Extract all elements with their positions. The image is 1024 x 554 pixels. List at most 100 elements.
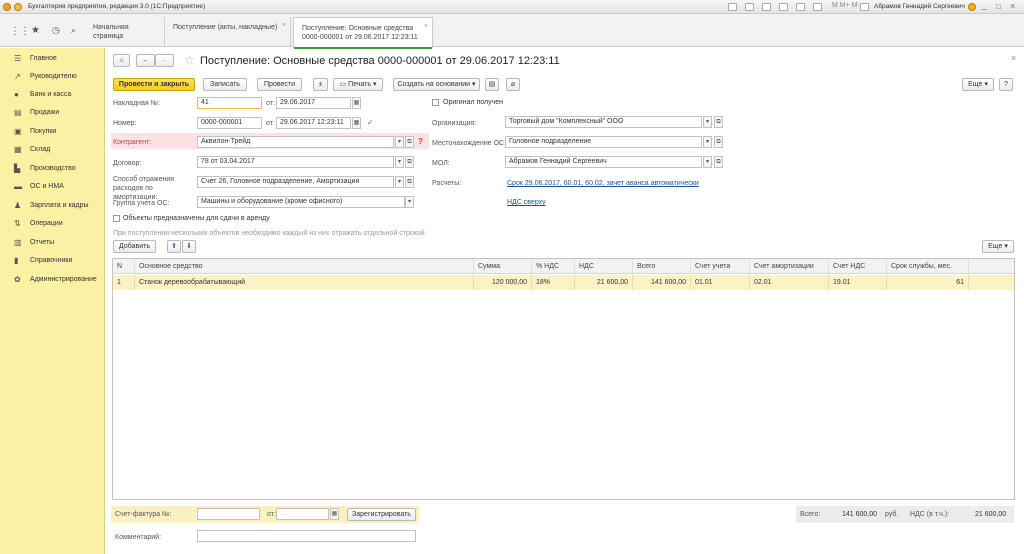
forward-button[interactable]: → [155, 54, 174, 67]
dropdown-icon[interactable]: ▾ [395, 136, 404, 148]
organization-input[interactable]: Торговый дом "Комплексный" ООО [505, 116, 702, 128]
sidebar-item-admin[interactable]: ✿ Администрирование [0, 273, 105, 287]
dropdown-icon[interactable]: ▾ [703, 116, 712, 128]
star-icon[interactable] [779, 3, 788, 11]
sidebar-item-manager[interactable]: ↗ Руководителю [0, 70, 105, 84]
close-tab-icon[interactable]: × [424, 22, 428, 31]
minimize-icon[interactable]: _ [982, 1, 986, 10]
amortization-input[interactable]: Счет 26, Головное подразделение, Амортиз… [197, 176, 394, 188]
user-name[interactable]: Абрамов Геннадий Сергеевич [874, 3, 965, 10]
post-button[interactable]: Провести [257, 78, 302, 91]
invoice-date-input[interactable]: 29.06.2017 [276, 97, 351, 109]
calendar-icon[interactable] [745, 3, 754, 11]
col-header-sum[interactable]: Сумма [474, 259, 532, 274]
table-more-button[interactable]: Еще ▾ [982, 240, 1014, 253]
help-button[interactable]: ? [999, 78, 1013, 91]
sections-grid-icon[interactable]: ⋮⋮ [10, 26, 30, 37]
open-icon[interactable]: ⧉ [714, 136, 723, 148]
vat-link[interactable]: НДС сверху [507, 198, 546, 207]
cell-n[interactable]: 1 [113, 275, 135, 290]
col-header-vat[interactable]: НДС [575, 259, 633, 274]
favorites-icon[interactable] [796, 3, 805, 11]
period-check-icon[interactable]: ✓ [367, 118, 374, 127]
dropdown-icon[interactable]: ▾ [395, 176, 404, 188]
original-received-checkbox[interactable] [432, 99, 439, 106]
move-up-button[interactable]: ⬆ [167, 240, 181, 253]
history-clock-icon[interactable]: ◷ [52, 25, 60, 36]
calendar-icon[interactable]: ▦ [352, 97, 361, 109]
col-header-vat-rate[interactable]: % НДС [532, 259, 575, 274]
report-button[interactable]: ▤ [485, 78, 499, 91]
calculator-icon[interactable] [813, 3, 822, 11]
settlements-link[interactable]: Срок 29.06.2017, 60.01, 60.02, зачет ава… [507, 179, 699, 188]
tab-receipt-doc[interactable]: Поступление: Основные средства 0000-0000… [293, 17, 433, 49]
save-button[interactable]: Записать [203, 78, 247, 91]
counterparty-input[interactable]: Аквилон-Трейд [197, 136, 394, 148]
open-icon[interactable]: ⧉ [405, 176, 414, 188]
sidebar-item-production[interactable]: ▙ Производство [0, 162, 105, 176]
cell-vat-account[interactable]: 19.01 [829, 275, 887, 290]
memory-buttons[interactable]: M M+ M- [832, 2, 860, 9]
home-button[interactable]: ⌂ [113, 54, 130, 67]
close-form-icon[interactable]: × [1011, 53, 1016, 63]
asset-group-select[interactable]: Машины и оборудование (кроме офисного) [197, 196, 405, 208]
history-icon[interactable] [762, 3, 771, 11]
register-button[interactable]: Зарегистрировать [347, 508, 416, 521]
col-header-vat-account[interactable]: Счет НДС [829, 259, 887, 274]
cell-total[interactable]: 141 600,00 [633, 275, 691, 290]
location-input[interactable]: Головное подразделение [505, 136, 702, 148]
info-icon[interactable] [968, 3, 976, 11]
tab-home[interactable]: Начальная страница [85, 17, 165, 47]
cell-asset[interactable]: Станок деревообрабатывающий [135, 275, 474, 290]
calendar-icon[interactable]: ▦ [330, 508, 339, 520]
more-button[interactable]: Еще ▾ [962, 78, 994, 91]
col-header-asset[interactable]: Основное средство [135, 259, 474, 274]
cell-amort-account[interactable]: 02.01 [750, 275, 829, 290]
sidebar-item-bank[interactable]: ● Банк и касса [0, 88, 105, 102]
maximize-icon[interactable]: □ [996, 2, 1001, 11]
col-header-total[interactable]: Всего [633, 259, 691, 274]
sidebar-item-reports[interactable]: ▥ Отчеты [0, 236, 105, 250]
open-icon[interactable]: ⧉ [714, 156, 723, 168]
col-header-amort-account[interactable]: Счет амортизации [750, 259, 829, 274]
back-button[interactable]: ← [136, 54, 155, 67]
close-tab-icon[interactable]: × [282, 21, 286, 30]
rent-checkbox[interactable] [113, 215, 120, 222]
col-header-life[interactable]: Срок службы, мес. [887, 259, 969, 274]
comment-input[interactable] [197, 530, 416, 542]
doc-number-input[interactable]: 0000-000001 [197, 117, 262, 129]
window-icon[interactable] [860, 3, 869, 11]
close-icon[interactable]: × [1010, 1, 1015, 11]
sidebar-item-warehouse[interactable]: ▦ Склад [0, 143, 105, 157]
mol-input[interactable]: Абрамов Геннадий Сергеевич [505, 156, 702, 168]
sidebar-item-fixed-assets[interactable]: ▬ ОС и НМА [0, 180, 105, 194]
print-button[interactable]: ▭ Печать ▾ [333, 78, 383, 91]
col-header-account[interactable]: Счет учета [691, 259, 750, 274]
open-icon[interactable]: ⧉ [714, 116, 723, 128]
col-header-n[interactable]: N [113, 259, 135, 274]
sidebar-item-operations[interactable]: ⇅ Операции [0, 217, 105, 231]
cell-vat-rate[interactable]: 18% [532, 275, 575, 290]
cell-life[interactable]: 61 [887, 275, 969, 290]
add-row-button[interactable]: Добавить [113, 240, 156, 253]
dropdown-icon[interactable]: ▾ [405, 196, 414, 208]
sidebar-item-main[interactable]: ☰ Главное [0, 52, 105, 66]
compose-icon[interactable] [728, 3, 737, 11]
tab-receipts-list[interactable]: Поступление (акты, накладные) × [165, 17, 291, 47]
cell-vat[interactable]: 21 600,00 [575, 275, 633, 290]
main-menu-icon[interactable] [14, 3, 22, 11]
table-row[interactable]: 1 Станок деревообрабатывающий 120 000,00… [113, 275, 1014, 290]
attach-button[interactable]: ⌀ [506, 78, 520, 91]
post-and-close-button[interactable]: Провести и закрыть [113, 78, 195, 91]
favorite-star-icon[interactable]: ☆ [184, 53, 195, 67]
sf-date-input[interactable]: . . [276, 508, 329, 520]
dt-kt-button[interactable]: ± [313, 78, 328, 91]
cell-sum[interactable]: 120 000,00 [474, 275, 532, 290]
contract-input[interactable]: 78 от 03.04.2017 [197, 156, 394, 168]
open-icon[interactable]: ⧉ [405, 156, 414, 168]
sidebar-item-salary[interactable]: ♟ Зарплата и кадры [0, 199, 105, 213]
open-icon[interactable]: ⧉ [405, 136, 414, 148]
move-down-button[interactable]: ⬇ [182, 240, 196, 253]
search-icon[interactable]: ⌕ [71, 25, 76, 36]
doc-date-input[interactable]: 29.06.2017 12:23:11 [276, 117, 351, 129]
